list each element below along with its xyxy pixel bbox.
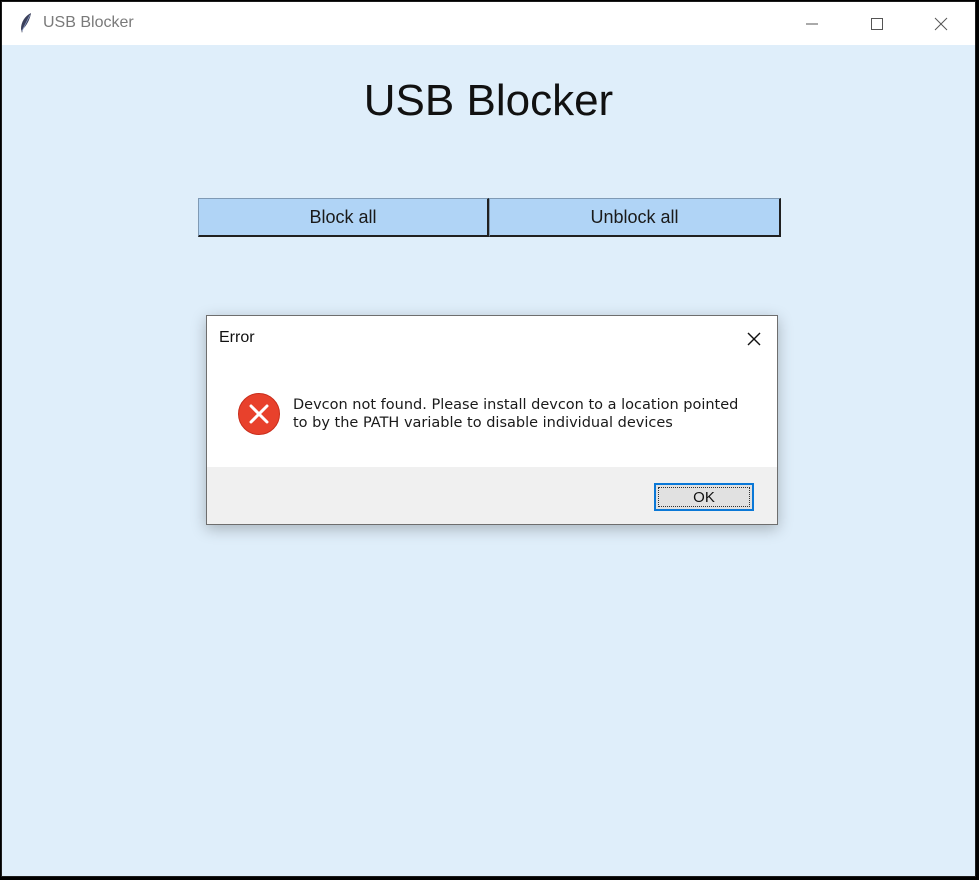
minimize-icon: [806, 23, 818, 24]
dialog-close-button[interactable]: [743, 328, 765, 350]
dialog-footer: OK: [207, 467, 777, 524]
unblock-all-button[interactable]: Unblock all: [489, 198, 781, 237]
maximize-icon: [871, 17, 883, 30]
ok-button[interactable]: OK: [654, 483, 754, 511]
window-title: USB Blocker: [43, 14, 134, 31]
error-dialog: Error Devcon not found. Please install d…: [206, 315, 778, 525]
focus-ring: [658, 487, 750, 507]
minimize-button[interactable]: [780, 2, 844, 45]
close-icon: [934, 17, 948, 30]
page-title: USB Blocker: [363, 76, 614, 125]
error-message-line-1: Devcon not found. Please install devcon …: [293, 397, 739, 413]
close-window-button[interactable]: [909, 2, 973, 45]
close-icon: [747, 332, 761, 346]
error-message: Devcon not found. Please install devcon …: [293, 396, 763, 432]
feather-icon: [21, 13, 31, 33]
dialog-title: Error: [219, 329, 255, 346]
app-window: USB Blocker USB Blocker Block all Unbloc…: [1, 1, 976, 877]
maximize-button[interactable]: [845, 2, 909, 45]
title-bar[interactable]: USB Blocker: [2, 2, 975, 45]
block-all-button[interactable]: Block all: [198, 198, 489, 237]
error-icon: [238, 393, 280, 435]
error-message-line-2: to by the PATH variable to disable indiv…: [293, 415, 673, 431]
